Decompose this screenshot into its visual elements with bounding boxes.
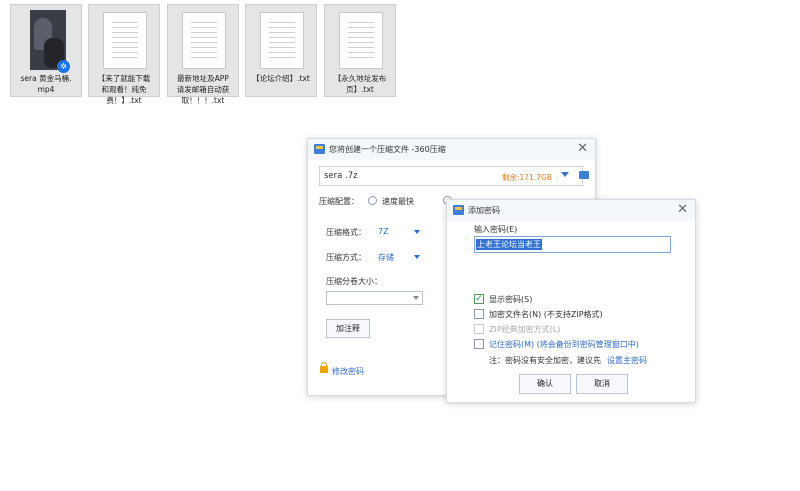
file-item-txt[interactable]: 【永久地址发布 页】.txt [324,4,396,97]
folder-icon[interactable] [579,171,589,179]
file-item-txt[interactable]: 【来了就能下载 和观看！纯免 费！】.txt [88,4,160,105]
file-name: 【永久地址发布 页】.txt [333,74,387,94]
app-360zip-icon [453,205,464,215]
show-password-checkbox[interactable]: ✓ [474,294,484,304]
remember-password-checkbox[interactable] [474,339,484,349]
chevron-down-icon[interactable] [414,230,420,234]
chevron-down-icon[interactable] [414,255,420,259]
text-file-icon [182,12,226,69]
cancel-button[interactable]: 取消 [576,374,628,394]
chevron-down-icon[interactable] [413,296,419,300]
archive-name: sera .7z [324,171,358,181]
close-icon[interactable]: ✕ [677,202,688,217]
change-password-link[interactable]: 修改密码 [332,366,364,377]
text-file-icon [339,12,383,69]
sync-badge-icon: ✲ [57,60,70,73]
radio-speed-fastest[interactable] [368,196,377,205]
config-label: 压缩配置： [319,197,359,206]
title-bar: 添加密码 ✕ [447,200,695,221]
zip-classic-checkbox[interactable] [474,324,484,334]
password-input-label: 输入密码(E) [474,225,518,234]
text-file-icon [103,12,147,69]
file-item-txt[interactable]: 【论坛介绍】.txt [245,4,317,97]
note-text: 注：密码没有安全加密，建议先 [489,356,601,365]
remember-password-label: 记住密码(M) (将会备份到密码管理窗口中) [489,340,639,349]
add-password-dialog: 添加密码 ✕ 输入密码(E) 上老王论坛当老王 ✓ 显示密码(S) 加密文件名(… [446,199,696,403]
zip-classic-label: ZIP经典加密方式(L) [489,325,561,334]
file-name: sera 黄金马桶. mp4 [20,74,72,94]
password-input[interactable]: 上老王论坛当老王 [474,236,671,253]
encrypt-filenames-label: 加密文件名(N) (不支持ZIP格式) [489,310,603,319]
text-file-icon [260,12,304,69]
set-master-password-link[interactable]: 设置主密码 [607,355,647,366]
password-value: 上老王论坛当老王 [476,239,542,250]
method-label: 压缩方式： [326,253,366,262]
close-icon[interactable]: ✕ [577,141,588,156]
window-title: 您将创建一个压缩文件 -360压缩 [329,145,446,154]
encrypt-filenames-checkbox[interactable] [474,309,484,319]
format-label: 压缩格式： [326,228,366,237]
ok-button[interactable]: 确认 [519,374,571,394]
method-select[interactable]: 存储 [378,252,394,263]
split-size-combo[interactable] [326,291,423,305]
split-label: 压缩分卷大小： [326,277,382,286]
lock-icon [320,362,328,373]
app-360zip-icon [314,144,325,154]
format-select[interactable]: 7Z [378,227,389,236]
file-name: 最新地址及APP 请发邮箱自动获 取！！！.txt [176,74,230,105]
file-name: 【论坛介绍】.txt [252,74,310,83]
show-password-label: 显示密码(S) [489,295,533,304]
chevron-down-icon[interactable] [561,172,569,177]
free-space-label: 剩余:171.7GB [502,173,552,182]
file-item-video[interactable]: ✲ sera 黄金马桶. mp4 [10,4,82,97]
file-name: 【来了就能下载 和观看！纯免 费！】.txt [97,74,151,105]
title-bar: 您将创建一个压缩文件 -360压缩 ✕ [308,139,595,160]
add-comment-button[interactable]: 加注释 [326,319,370,338]
option-label: 速度最快 [382,197,414,206]
file-item-txt[interactable]: 最新地址及APP 请发邮箱自动获 取！！！.txt [167,4,239,105]
archive-path-input[interactable]: sera .7z 剩余:171.7GB [319,166,589,186]
dialog-title: 添加密码 [468,206,500,215]
